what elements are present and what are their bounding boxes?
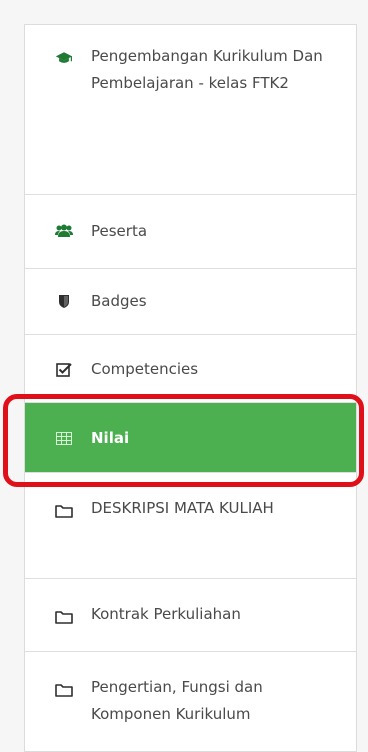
nav-item-badges[interactable]: Badges — [25, 269, 356, 335]
graduation-cap-icon — [55, 49, 73, 67]
folder-icon — [55, 681, 73, 699]
users-icon — [55, 222, 73, 240]
nav-item-peserta[interactable]: Peserta — [25, 195, 356, 269]
shield-icon — [55, 292, 73, 310]
nav-item-pengertian[interactable]: Pengertian, Fungsi dan Komponen Kurikulu… — [25, 652, 356, 752]
nav-item-kontrak[interactable]: Kontrak Perkuliahan — [25, 579, 356, 652]
nav-item-label: Badges — [91, 292, 147, 310]
nav-item-label: Kontrak Perkuliahan — [91, 605, 241, 623]
folder-icon — [55, 608, 73, 626]
nav-item-label: Competencies — [91, 360, 199, 378]
nav-item-label: Nilai — [91, 429, 130, 447]
nav-item-label: Pengertian, Fungsi dan Komponen Kurikulu… — [91, 678, 263, 723]
folder-icon — [55, 502, 73, 520]
nav-item-label: Peserta — [91, 222, 148, 240]
nav-item-course[interactable]: Pengembangan Kurikulum Dan Pembelajaran … — [25, 25, 356, 195]
table-icon — [55, 429, 73, 447]
nav-item-label: Pengembangan Kurikulum Dan Pembelajaran … — [91, 47, 323, 92]
checkbox-icon — [55, 360, 73, 378]
nav-item-nilai[interactable]: Nilai — [25, 403, 356, 473]
nav-drawer: Pengembangan Kurikulum Dan Pembelajaran … — [24, 24, 357, 752]
nav-item-label: DESKRIPSI MATA KULIAH — [91, 499, 274, 517]
nav-item-competencies[interactable]: Competencies — [25, 335, 356, 403]
nav-item-deskripsi[interactable]: DESKRIPSI MATA KULIAH — [25, 473, 356, 579]
